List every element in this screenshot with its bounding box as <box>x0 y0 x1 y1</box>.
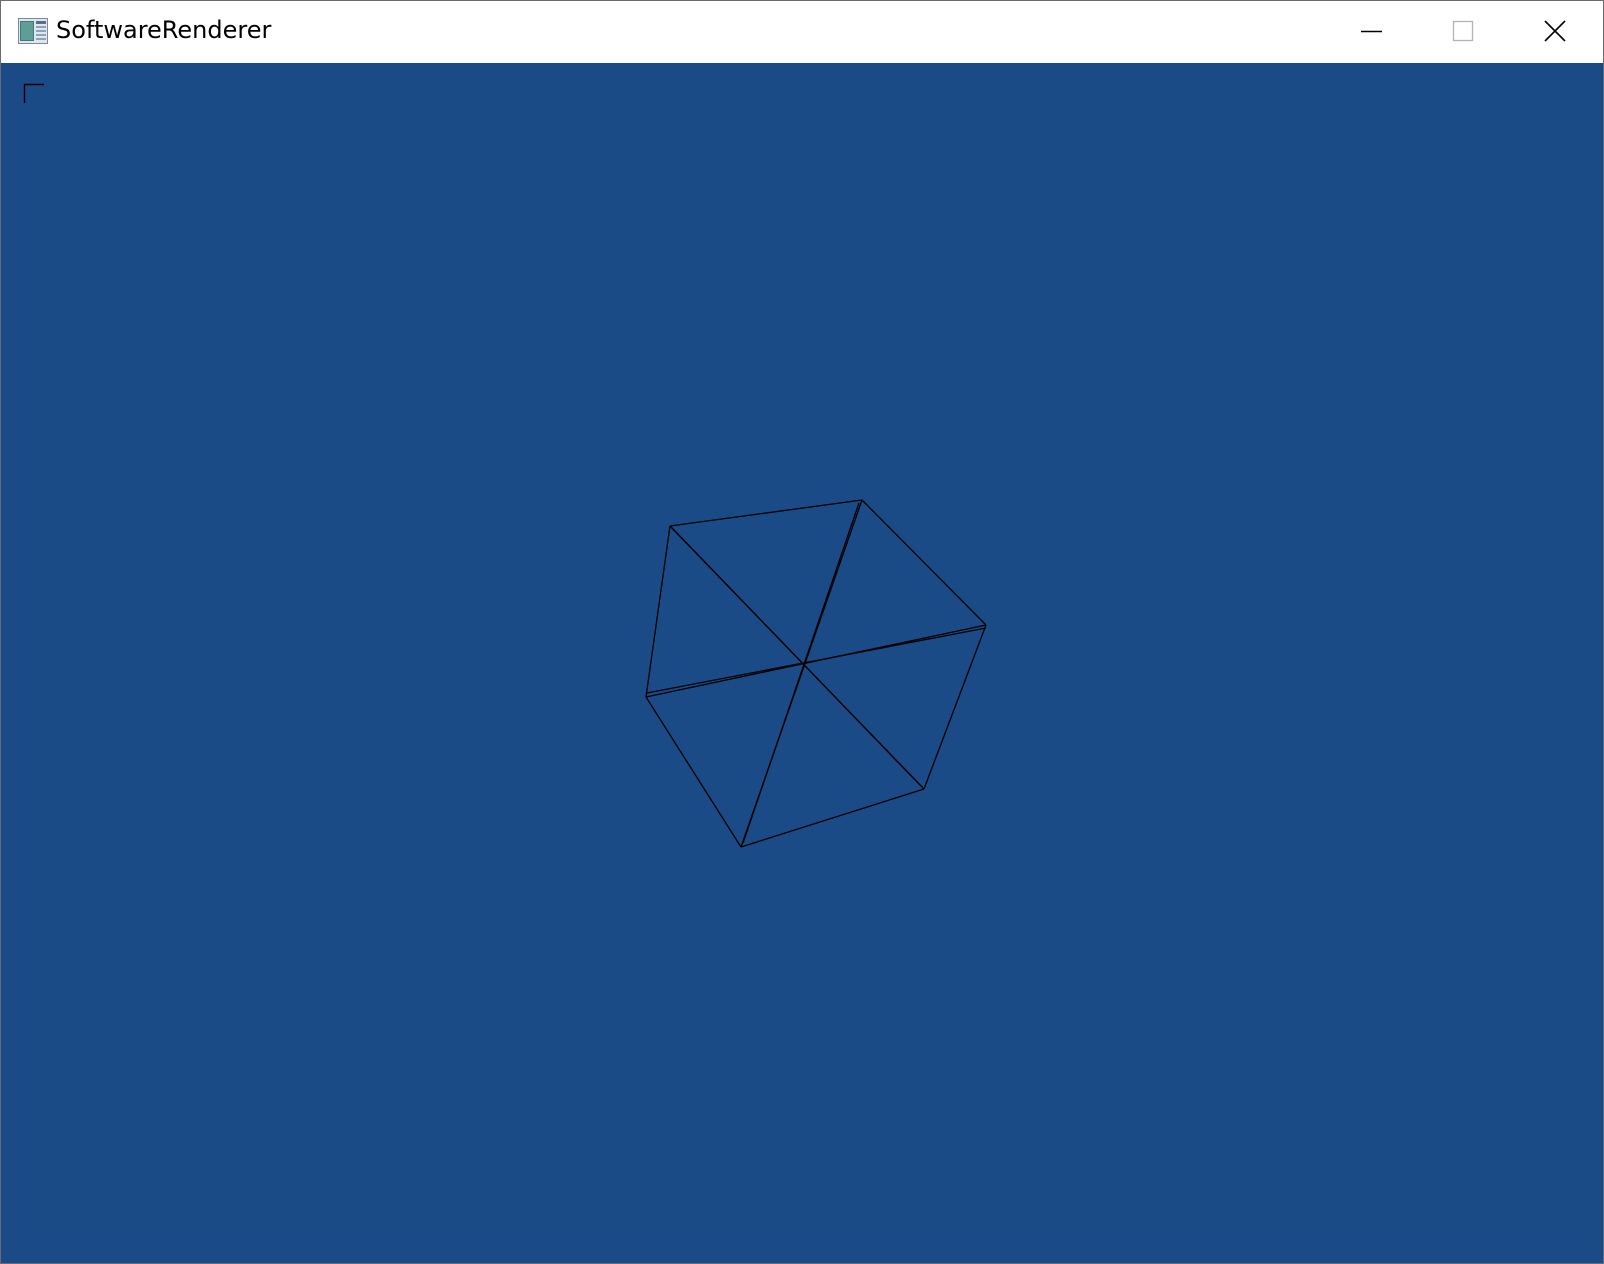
cube-edge <box>740 788 925 848</box>
minimize-button[interactable] <box>1325 1 1417 63</box>
top-left-corner-icon <box>23 83 44 103</box>
render-canvas <box>23 83 987 848</box>
cube-edge <box>669 525 921 786</box>
close-icon <box>1544 20 1566 42</box>
close-button[interactable] <box>1509 1 1601 63</box>
wireframe-cube <box>645 499 987 848</box>
cube-edge <box>645 696 742 848</box>
cube-edge <box>646 627 987 694</box>
render-viewport[interactable] <box>1 63 1603 1263</box>
title-bar[interactable]: SoftwareRenderer <box>1 1 1603 63</box>
app-window: SoftwareRenderer <box>0 0 1604 1264</box>
maximize-icon <box>1452 20 1474 42</box>
cube-edge <box>669 499 863 527</box>
cube-edge <box>861 499 987 626</box>
maximize-button[interactable] <box>1417 1 1509 63</box>
cube-edge <box>923 624 987 790</box>
window-title: SoftwareRenderer <box>56 16 272 44</box>
application-window-icon[interactable] <box>18 18 48 44</box>
cube-edge <box>645 525 671 698</box>
minimize-icon <box>1361 30 1382 33</box>
